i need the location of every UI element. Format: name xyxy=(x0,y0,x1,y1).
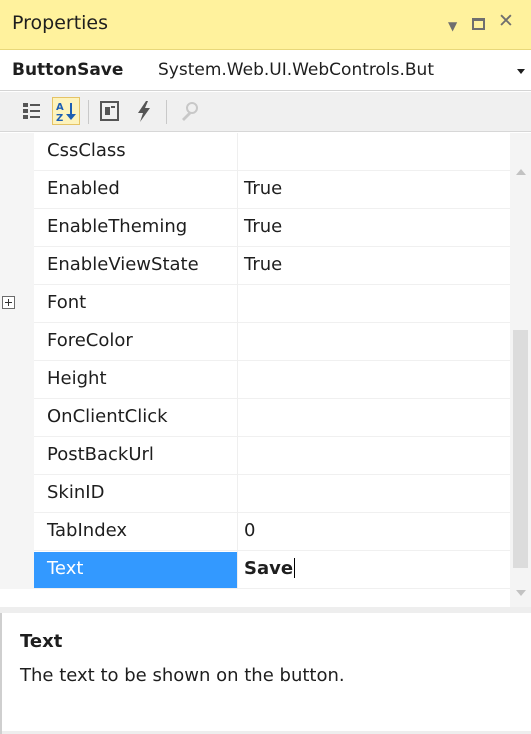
property-name: Text xyxy=(47,558,84,579)
property-row-tabindex[interactable]: TabIndex 0 xyxy=(0,513,510,551)
property-name: SkinID xyxy=(47,482,105,503)
scroll-down-icon[interactable] xyxy=(516,590,526,596)
property-value[interactable]: True xyxy=(244,216,282,237)
object-name: ButtonSave xyxy=(12,60,124,80)
scroll-up-icon[interactable] xyxy=(516,169,526,175)
alphabetical-button[interactable]: A Z xyxy=(52,97,80,125)
property-row-enableviewstate[interactable]: EnableViewState True xyxy=(0,247,510,285)
property-row-forecolor[interactable]: ForeColor xyxy=(0,323,510,361)
properties-button[interactable] xyxy=(96,97,124,125)
svg-text:Z: Z xyxy=(56,113,63,124)
property-row-font[interactable]: Font xyxy=(0,285,510,323)
categorized-icon xyxy=(23,103,40,119)
events-button[interactable] xyxy=(130,97,158,125)
text-caret xyxy=(294,558,296,578)
property-value: Save xyxy=(244,558,294,579)
categorized-button[interactable] xyxy=(18,97,46,125)
properties-toolbar: A Z xyxy=(0,92,531,132)
toolbar-separator xyxy=(166,100,167,124)
property-row-height[interactable]: Height xyxy=(0,361,510,399)
dropdown-arrow-icon[interactable]: ▼ xyxy=(448,17,457,35)
properties-window: Properties ▼ ✕ ButtonSave System.Web.UI.… xyxy=(0,0,531,734)
property-grid: CssClass Enabled True EnableTheming True… xyxy=(0,133,510,607)
property-name: TabIndex xyxy=(47,520,128,541)
property-row-onclientclick[interactable]: OnClientClick xyxy=(0,399,510,437)
property-row-postbackurl[interactable]: PostBackUrl xyxy=(0,437,510,475)
property-value[interactable]: True xyxy=(244,178,282,199)
property-name: OnClientClick xyxy=(47,406,168,427)
object-selector[interactable]: ButtonSave System.Web.UI.WebControls.But xyxy=(0,51,531,91)
property-name: PostBackUrl xyxy=(47,444,154,465)
events-lightning-icon xyxy=(138,101,150,122)
alphabetical-sort-icon: A Z xyxy=(56,102,76,124)
property-pages-button[interactable] xyxy=(174,97,202,125)
property-row-enabletheming[interactable]: EnableTheming True xyxy=(0,209,510,247)
property-value[interactable]: 0 xyxy=(244,520,255,541)
property-row-cssclass[interactable]: CssClass xyxy=(0,133,510,171)
property-name: Height xyxy=(47,368,107,389)
title-bar[interactable]: Properties ▼ ✕ xyxy=(0,0,531,50)
object-dropdown-icon[interactable] xyxy=(517,69,525,74)
property-row-text[interactable]: Text Save xyxy=(0,551,510,589)
object-type: System.Web.UI.WebControls.But xyxy=(158,60,435,80)
property-name: EnableTheming xyxy=(47,216,188,237)
property-name: EnableViewState xyxy=(47,254,199,275)
expand-plus-icon[interactable] xyxy=(2,296,15,309)
toolbar-separator xyxy=(88,100,89,124)
property-value-editor[interactable]: Save xyxy=(244,558,296,579)
property-name: ForeColor xyxy=(47,330,133,351)
description-pane: Text The text to be shown on the button. xyxy=(0,613,531,734)
property-name: CssClass xyxy=(47,140,126,161)
property-pages-wrench-icon xyxy=(182,102,198,121)
property-value[interactable]: True xyxy=(244,254,282,275)
property-name: Enabled xyxy=(47,178,120,199)
close-icon[interactable]: ✕ xyxy=(498,12,514,31)
properties-icon xyxy=(100,101,119,121)
vertical-scrollbar[interactable] xyxy=(510,133,531,607)
property-name: Font xyxy=(47,292,87,313)
svg-text:A: A xyxy=(56,102,64,113)
window-title: Properties xyxy=(12,12,109,34)
description-text: The text to be shown on the button. xyxy=(20,665,345,686)
description-title: Text xyxy=(20,631,63,652)
property-row-enabled[interactable]: Enabled True xyxy=(0,171,510,209)
scroll-thumb[interactable] xyxy=(513,330,528,568)
maximize-icon[interactable] xyxy=(472,18,485,30)
property-row-skinid[interactable]: SkinID xyxy=(0,475,510,513)
